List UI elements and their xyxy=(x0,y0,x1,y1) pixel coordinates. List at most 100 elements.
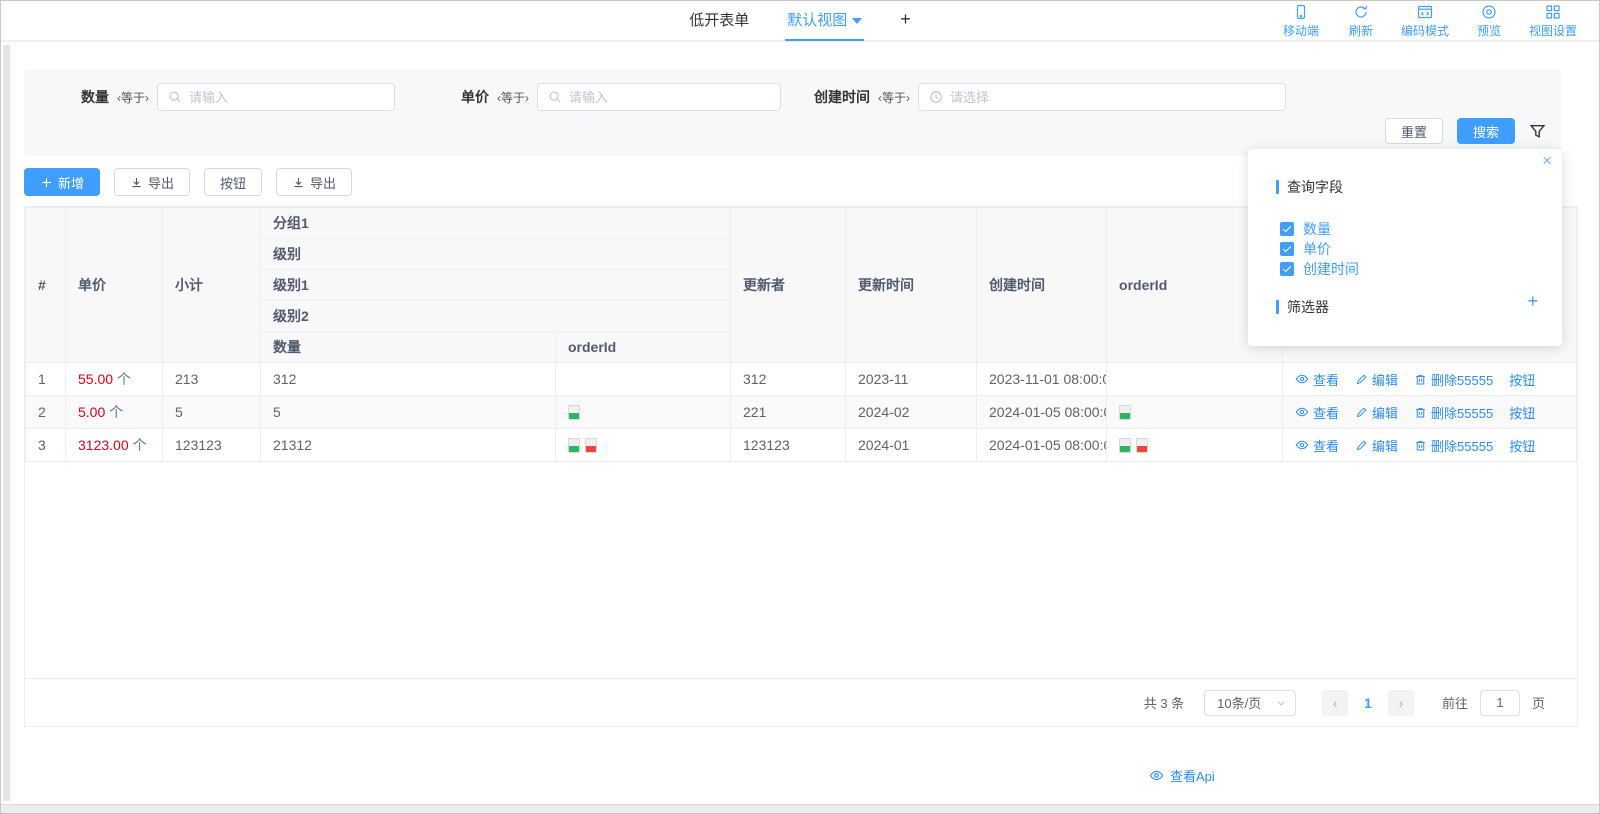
eye-icon xyxy=(1295,372,1309,386)
row-button-label: 按钮 xyxy=(1509,436,1535,455)
next-page-button[interactable]: › xyxy=(1388,690,1414,716)
checkbox-quantity[interactable]: 数量 xyxy=(1280,219,1331,239)
page-size-select[interactable]: 10条/页 xyxy=(1204,690,1296,716)
table-row[interactable]: 2 5.00个 5 5 221 2024-02 2024-01-05 08:00… xyxy=(26,396,1577,429)
reset-button[interactable]: 重置 xyxy=(1385,118,1443,144)
view-label: 查看 xyxy=(1313,436,1339,455)
quantity-filter-label: 数量 xyxy=(81,87,109,107)
pdf-file-icon[interactable] xyxy=(1136,438,1148,453)
checkbox-create-time[interactable]: 创建时间 xyxy=(1280,259,1359,279)
current-page[interactable]: 1 xyxy=(1360,695,1376,711)
row-button-link[interactable]: 按钮 xyxy=(1509,403,1535,422)
price-filter-operator[interactable]: ‹等于› xyxy=(497,89,529,106)
cell-create-time: 2023-11-01 08:00:00 xyxy=(977,363,1107,396)
cell-order-id xyxy=(1107,363,1283,396)
cell-updater: 312 xyxy=(731,363,846,396)
view-link[interactable]: 查看 xyxy=(1295,403,1339,422)
price-value: 3123.00 xyxy=(78,437,129,453)
search-icon xyxy=(548,90,562,104)
view-api-link[interactable]: 查看Api xyxy=(1149,766,1215,785)
checkbox-checked-icon xyxy=(1280,242,1294,256)
cell-price: 55.00个 xyxy=(66,363,163,396)
col-header-updater[interactable]: 更新者 xyxy=(731,208,846,363)
search-buttons: 重置 搜索 xyxy=(1385,118,1546,144)
col-header-level2[interactable]: 级别2 xyxy=(261,301,731,332)
col-header-subtotal[interactable]: 小计 xyxy=(163,208,261,363)
price-value: 55.00 xyxy=(78,371,113,387)
row-button-link[interactable]: 按钮 xyxy=(1509,436,1535,455)
prev-page-button[interactable]: ‹ xyxy=(1322,690,1348,716)
price-filter-field: 单价 ‹等于› xyxy=(461,83,781,111)
view-link[interactable]: 查看 xyxy=(1295,370,1339,389)
custom-button[interactable]: 按钮 xyxy=(204,168,262,196)
row-button-label: 按钮 xyxy=(1509,370,1535,389)
refresh-button[interactable]: 刷新 xyxy=(1341,4,1381,39)
cell-order-id xyxy=(1107,396,1283,429)
cell-actions: 查看 编辑 删除55555 按钮 xyxy=(1283,429,1577,462)
goto-page-input[interactable] xyxy=(1480,690,1520,716)
col-header-price[interactable]: 单价 xyxy=(66,208,163,363)
cell-subtotal: 123123 xyxy=(163,429,261,462)
col-header-level[interactable]: 级别 xyxy=(261,239,731,270)
cell-group-order-id xyxy=(556,363,731,396)
vertical-scrollbar[interactable] xyxy=(3,45,10,801)
cell-group-order-id xyxy=(556,429,731,462)
edit-label: 编辑 xyxy=(1372,403,1398,422)
col-header-level1[interactable]: 级别1 xyxy=(261,270,731,301)
xlsx-file-icon[interactable] xyxy=(1119,438,1131,453)
row-button-link[interactable]: 按钮 xyxy=(1509,370,1535,389)
create-time-filter-operator[interactable]: ‹等于› xyxy=(878,89,910,106)
pdf-file-icon[interactable] xyxy=(585,438,597,453)
preview-button[interactable]: 预览 xyxy=(1469,4,1509,39)
table-row[interactable]: 1 55.00个 213 312 312 2023-11 2023-11-01 … xyxy=(26,363,1577,396)
delete-link[interactable]: 删除55555 xyxy=(1414,370,1493,389)
edit-link[interactable]: 编辑 xyxy=(1355,370,1398,389)
xlsx-file-icon[interactable] xyxy=(568,438,580,453)
close-icon[interactable]: × xyxy=(1542,151,1552,171)
tab-default-view[interactable]: 默认视图 xyxy=(785,0,864,41)
col-header-order-id-sub[interactable]: orderId xyxy=(556,332,731,363)
col-header-index[interactable]: # xyxy=(26,208,66,363)
horizontal-scrollbar[interactable] xyxy=(1,804,1599,813)
delete-link[interactable]: 删除55555 xyxy=(1414,403,1493,422)
create-time-filter-input[interactable] xyxy=(950,90,1275,105)
quantity-filter-operator[interactable]: ‹等于› xyxy=(117,89,149,106)
cell-group-quantity: 21312 xyxy=(261,429,556,462)
view-settings-button[interactable]: 视图设置 xyxy=(1529,4,1577,39)
view-label: 查看 xyxy=(1313,370,1339,389)
col-header-group1[interactable]: 分组1 xyxy=(261,208,731,239)
cell-update-time: 2024-01 xyxy=(846,429,977,462)
delete-link[interactable]: 删除55555 xyxy=(1414,436,1493,455)
clock-icon xyxy=(929,90,943,104)
price-filter-input[interactable] xyxy=(569,90,770,105)
add-view-tab[interactable]: + xyxy=(898,0,913,41)
custom-button-label: 按钮 xyxy=(220,173,246,192)
col-header-update-time[interactable]: 更新时间 xyxy=(846,208,977,363)
cell-group-quantity: 5 xyxy=(261,396,556,429)
cell-index: 3 xyxy=(26,429,66,462)
checkbox-price-label: 单价 xyxy=(1303,239,1331,259)
edit-link[interactable]: 编辑 xyxy=(1355,436,1398,455)
export-button-1[interactable]: 导出 xyxy=(114,168,190,196)
tab-form[interactable]: 低开表单 xyxy=(687,0,751,41)
add-button[interactable]: 新增 xyxy=(24,168,100,196)
price-unit: 个 xyxy=(117,371,131,387)
view-link[interactable]: 查看 xyxy=(1295,436,1339,455)
chevron-down-icon xyxy=(1275,697,1287,709)
filter-funnel-icon[interactable] xyxy=(1529,123,1546,140)
mobile-button[interactable]: 移动端 xyxy=(1281,4,1321,39)
quantity-filter-input[interactable] xyxy=(189,90,384,105)
table-row[interactable]: 3 3123.00个 123123 21312 123123 2024-01 2… xyxy=(26,429,1577,462)
edit-link[interactable]: 编辑 xyxy=(1355,403,1398,422)
col-header-create-time[interactable]: 创建时间 xyxy=(977,208,1107,363)
col-header-quantity[interactable]: 数量 xyxy=(261,332,556,363)
xlsx-file-icon[interactable] xyxy=(568,405,580,420)
xlsx-file-icon[interactable] xyxy=(1119,405,1131,420)
query-fields-title-text: 查询字段 xyxy=(1287,177,1343,197)
search-button[interactable]: 搜索 xyxy=(1457,118,1515,144)
topbar-actions: 移动端 刷新 编码模式 预览 xyxy=(1281,4,1577,39)
add-filter-button[interactable]: + xyxy=(1527,291,1538,312)
code-mode-button[interactable]: 编码模式 xyxy=(1401,4,1449,39)
export-button-2[interactable]: 导出 xyxy=(276,168,352,196)
checkbox-price[interactable]: 单价 xyxy=(1280,239,1331,259)
